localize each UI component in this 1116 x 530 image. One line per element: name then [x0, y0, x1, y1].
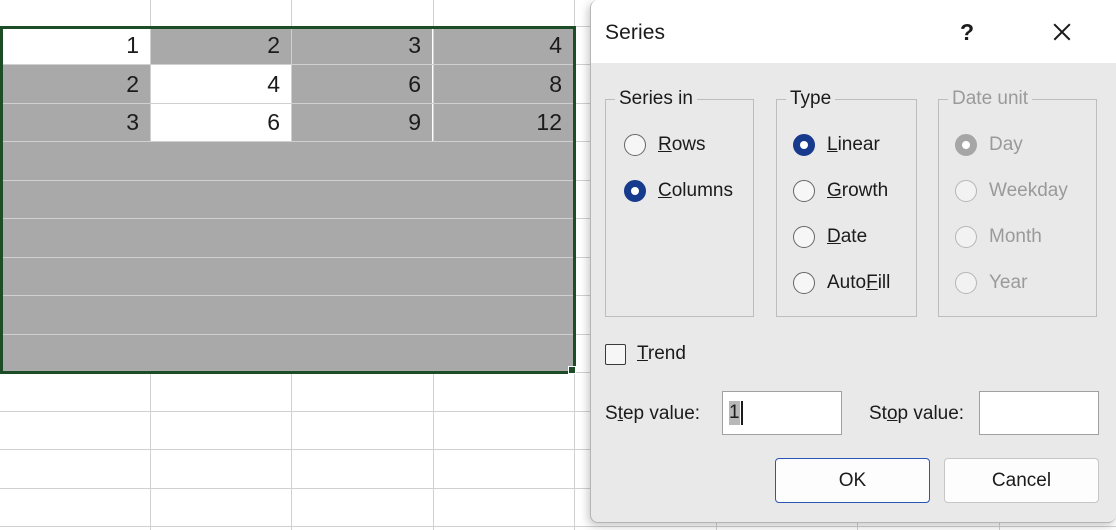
- radio-date-unit-month: Month: [955, 223, 1042, 251]
- stop-value-input[interactable]: [979, 391, 1099, 435]
- radio-label: Date: [827, 226, 868, 247]
- close-button[interactable]: [1041, 12, 1083, 52]
- cell-value: 9: [408, 109, 421, 135]
- radio-label: Rows: [658, 134, 706, 155]
- cell-value: 3: [126, 109, 139, 135]
- cancel-button[interactable]: Cancel: [944, 458, 1099, 503]
- series-in-group: Series in Rows Columns: [605, 88, 754, 317]
- radio-date-unit-weekday: Weekday: [955, 177, 1068, 205]
- trend-label: Trend: [637, 343, 686, 364]
- cell-value-wrap[interactable]: 4: [434, 27, 573, 64]
- radio-type-date[interactable]: Date: [793, 223, 867, 251]
- radio-indicator: [955, 134, 977, 156]
- step-value-text: 1: [729, 401, 740, 425]
- cell-value: 2: [126, 70, 139, 97]
- radio-indicator: [793, 226, 815, 248]
- gridline: [0, 526, 1116, 527]
- cell-value: 1: [126, 32, 139, 58]
- radio-label: Linear: [827, 134, 880, 155]
- cell-value-wrap[interactable]: 6: [292, 65, 432, 103]
- cell-value-wrap[interactable]: 3: [292, 27, 432, 64]
- step-value-label: Step value:: [605, 403, 701, 424]
- cancel-button-label: Cancel: [991, 469, 1052, 491]
- cell-value-wrap[interactable]: 2: [151, 27, 291, 64]
- cell-value: 4: [267, 70, 280, 97]
- cell[interactable]: [1, 258, 573, 295]
- cell-value-wrap[interactable]: 3: [1, 104, 150, 141]
- radio-indicator: [955, 180, 977, 202]
- cell-value-wrap[interactable]: 2: [1, 65, 150, 103]
- type-group: Type Linear Growth Date AutoFill: [776, 88, 917, 317]
- cell-value: 3: [408, 32, 421, 58]
- stop-value-label: Stop value:: [869, 403, 965, 424]
- cell[interactable]: [1, 335, 573, 372]
- cell-value-wrap[interactable]: 12: [434, 104, 573, 141]
- radio-label: Month: [989, 226, 1042, 247]
- date-unit-legend: Date unit: [948, 88, 1033, 110]
- radio-label: Year: [989, 272, 1028, 293]
- radio-series-in-columns[interactable]: Columns: [624, 177, 733, 205]
- cell[interactable]: [1, 219, 573, 257]
- radio-indicator: [955, 226, 977, 248]
- radio-date-unit-day: Day: [955, 131, 1023, 159]
- checkbox-indicator: [605, 343, 626, 365]
- radio-label: AutoFill: [827, 272, 891, 293]
- cell[interactable]: [1, 181, 573, 218]
- radio-indicator: [793, 272, 815, 294]
- radio-indicator: [955, 272, 977, 294]
- radio-label: Weekday: [989, 180, 1068, 201]
- series-in-legend: Series in: [615, 88, 697, 110]
- radio-type-autofill[interactable]: AutoFill: [793, 269, 890, 297]
- radio-indicator: [793, 180, 815, 202]
- radio-type-growth[interactable]: Growth: [793, 177, 888, 205]
- series-dialog: Series ? Series in Rows Columns Type Lin…: [590, 0, 1116, 523]
- cell-value: 12: [536, 109, 562, 135]
- text-caret: [740, 401, 743, 425]
- radio-indicator: [793, 134, 815, 156]
- cell-value-wrap[interactable]: 6: [151, 104, 291, 141]
- question-mark-icon: ?: [959, 18, 975, 45]
- trend-checkbox[interactable]: Trend: [605, 343, 686, 365]
- radio-label: Growth: [827, 180, 889, 201]
- radio-label: Day: [989, 134, 1023, 155]
- ok-button[interactable]: OK: [775, 458, 930, 503]
- radio-date-unit-year: Year: [955, 269, 1027, 297]
- cell[interactable]: [1, 296, 573, 334]
- type-legend: Type: [786, 88, 836, 110]
- radio-type-linear[interactable]: Linear: [793, 131, 880, 159]
- cell-value-wrap[interactable]: 9: [292, 104, 432, 141]
- ok-button-label: OK: [838, 469, 867, 491]
- step-value-input[interactable]: 1: [722, 391, 842, 435]
- gridline: [574, 0, 575, 530]
- cell-value: 6: [267, 109, 280, 135]
- screen: 1 2 3 4 2 4 6 8 3 6 9 12 Series ? Series…: [0, 0, 1116, 530]
- radio-indicator: [624, 180, 646, 202]
- radio-series-in-rows[interactable]: Rows: [624, 131, 706, 159]
- cell-value-wrap[interactable]: 4: [151, 65, 291, 103]
- cell-active[interactable]: 1: [1, 27, 150, 64]
- help-button[interactable]: ?: [946, 12, 988, 52]
- cell-value: 4: [549, 32, 562, 58]
- radio-indicator: [624, 134, 646, 156]
- date-unit-group: Date unit Day Weekday Month Year: [938, 88, 1097, 317]
- cell[interactable]: [1, 142, 573, 180]
- radio-label: Columns: [658, 180, 733, 201]
- fill-handle[interactable]: [568, 366, 576, 374]
- cell-value: 2: [267, 32, 280, 58]
- cell-value-wrap[interactable]: 8: [434, 65, 573, 103]
- cell-value: 6: [408, 70, 421, 97]
- close-icon: [1051, 21, 1073, 43]
- dialog-titlebar: Series ?: [591, 0, 1116, 63]
- cell-value: 8: [549, 70, 562, 97]
- dialog-title: Series: [605, 21, 666, 44]
